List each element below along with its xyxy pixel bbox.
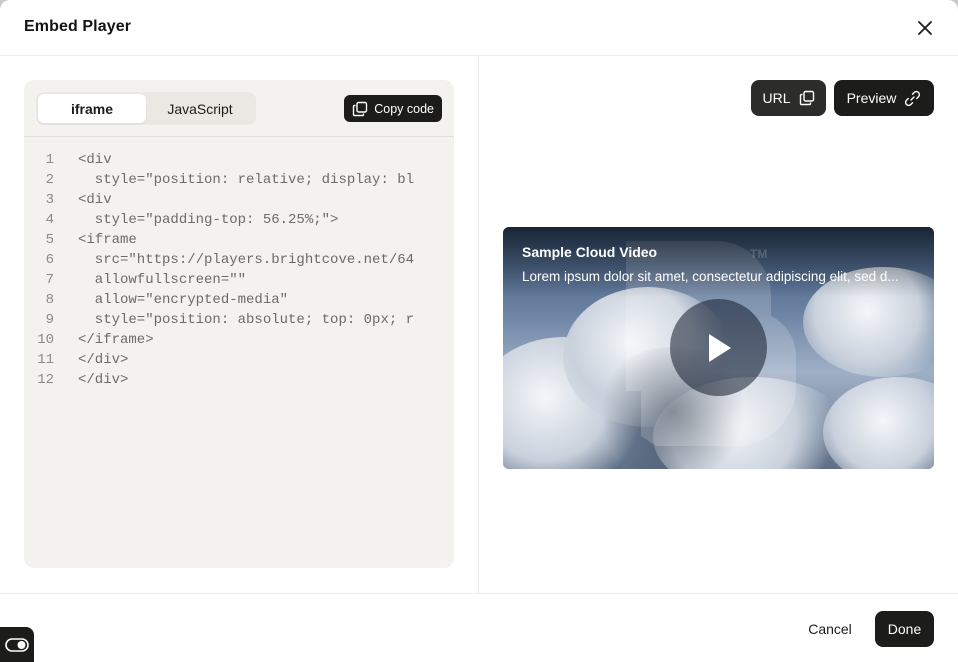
close-button[interactable] (914, 17, 936, 39)
play-button[interactable] (670, 299, 767, 396)
line-number: 7 (45, 272, 54, 288)
code-line: 7 allowfullscreen="" (24, 270, 454, 290)
code-line: 9 style="position: absolute; top: 0px; r (24, 310, 454, 330)
code-line: 12 </div> (24, 370, 454, 390)
cloud-graphic (823, 377, 934, 469)
line-text: allowfullscreen="" (78, 272, 247, 288)
code-line: 11 </div> (24, 350, 454, 370)
copy-icon (799, 90, 814, 106)
preview-button-label: Preview (846, 90, 897, 106)
link-icon (905, 90, 921, 106)
code-line: 10 </iframe> (24, 330, 454, 350)
line-number: 11 (37, 352, 54, 368)
code-editor[interactable]: 1 <div 2 style="position: relative; displ… (24, 150, 454, 390)
line-text: </div> (78, 352, 129, 368)
line-number: 5 (45, 232, 54, 248)
line-number: 2 (45, 172, 54, 188)
done-button[interactable]: Done (875, 611, 934, 647)
line-text: style="position: relative; display: bl (78, 172, 415, 188)
line-text: <div (78, 192, 112, 208)
code-line: 2 style="position: relative; display: bl (24, 170, 454, 190)
toggle-icon (5, 638, 29, 652)
close-icon (918, 21, 932, 35)
line-text: </iframe> (78, 332, 154, 348)
line-number: 8 (45, 292, 54, 308)
video-title: Sample Cloud Video (522, 244, 658, 260)
copy-code-button[interactable]: Copy code (344, 95, 442, 122)
line-number: 4 (45, 212, 54, 228)
url-button-label: URL (762, 90, 791, 106)
line-text: <iframe (78, 232, 137, 248)
video-player[interactable]: TM Sample Cloud Video Lorem ipsum dolor … (503, 227, 934, 469)
code-line: 6 src="https://players.brightcove.net/64 (24, 250, 454, 270)
code-line: 1 <div (24, 150, 454, 170)
code-pane: iframe JavaScript Copy code 1 <div 2 styl… (0, 56, 479, 593)
tab-javascript[interactable]: JavaScript (146, 94, 254, 123)
embed-player-dialog: Embed Player iframe JavaScript Copy code (0, 0, 958, 662)
line-text: allow="encrypted-media" (78, 292, 289, 308)
preview-pane: URL Preview TM (480, 56, 958, 593)
line-number: 10 (37, 332, 54, 348)
line-number: 1 (45, 152, 54, 168)
line-number: 6 (45, 252, 54, 268)
dialog-header: Embed Player (0, 0, 958, 56)
dialog-title: Embed Player (24, 18, 132, 35)
line-number: 3 (45, 192, 54, 208)
cancel-button[interactable]: Cancel (797, 611, 863, 647)
code-toolbar: iframe JavaScript Copy code (24, 80, 454, 137)
tab-iframe[interactable]: iframe (38, 94, 146, 123)
line-text: style="position: absolute; top: 0px; r (78, 312, 415, 328)
line-text: </div> (78, 372, 129, 388)
code-line: 3 <div (24, 190, 454, 210)
toggle-widget-button[interactable] (0, 627, 34, 662)
embed-type-tabs: iframe JavaScript (36, 92, 256, 125)
code-line: 8 allow="encrypted-media" (24, 290, 454, 310)
dialog-footer: Cancel Done (0, 593, 958, 662)
preview-button[interactable]: Preview (834, 80, 934, 116)
line-text: <div (78, 152, 112, 168)
line-number: 9 (45, 312, 54, 328)
copy-icon (353, 101, 368, 116)
code-line: 4 style="padding-top: 56.25%;"> (24, 210, 454, 230)
line-text: src="https://players.brightcove.net/64 (78, 252, 415, 268)
line-text: style="padding-top: 56.25%;"> (78, 212, 339, 228)
copy-code-label: Copy code (374, 101, 434, 116)
video-description: Lorem ipsum dolor sit amet, consectetur … (522, 269, 899, 284)
play-icon (708, 333, 731, 362)
code-card: iframe JavaScript Copy code 1 <div 2 styl… (24, 80, 454, 568)
title-overlay (503, 227, 934, 297)
copy-url-button[interactable]: URL (751, 80, 826, 116)
line-number: 12 (37, 372, 54, 388)
code-line: 5 <iframe (24, 230, 454, 250)
